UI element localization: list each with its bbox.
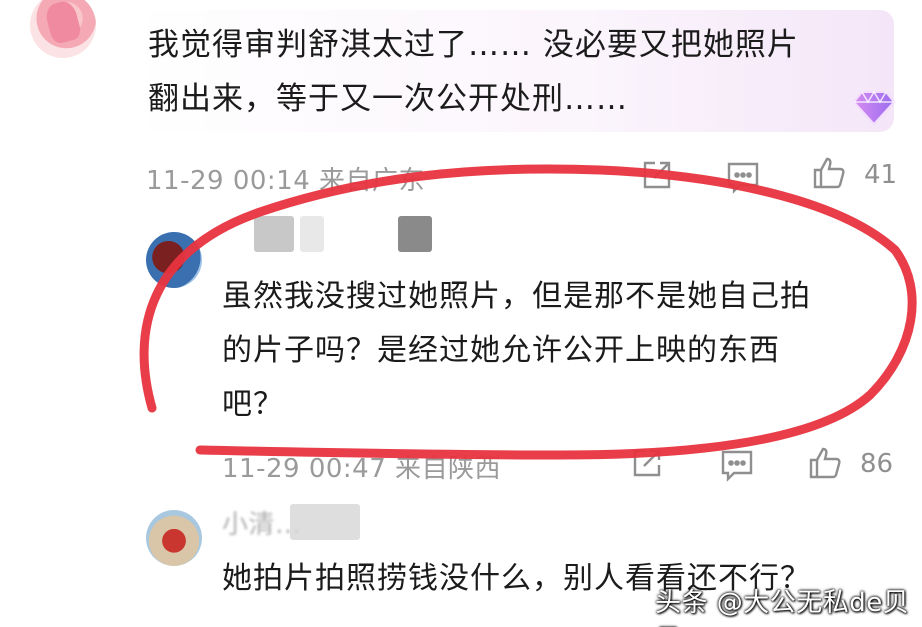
avatar[interactable]: [146, 510, 202, 566]
reply-text: 虽然我没搜过她照片，但是那不是她自己拍 的片子吗？是经过她允许公开上映的东西 吧…: [222, 270, 811, 432]
comment-line: 翻出来，等于又一次公开处刑……: [148, 81, 628, 117]
comment-meta: 11-29 00:14 来自广东: [146, 166, 426, 196]
username-blurred: [290, 504, 360, 540]
username-blurred[interactable]: [254, 216, 294, 252]
watermark: 头条 @大公无私de贝贝: [655, 588, 910, 627]
comment-icon[interactable]: [726, 160, 760, 194]
reply-line: 虽然我没搜过她照片，但是那不是她自己拍: [222, 279, 811, 314]
vip-badge-icon: [852, 90, 896, 126]
avatar[interactable]: [146, 232, 202, 288]
like-count: 86: [860, 449, 894, 479]
avatar[interactable]: [30, 0, 96, 58]
reply-line: 的片子吗？是经过她允许公开上映的东西: [222, 333, 780, 368]
comment-line: 我觉得审判舒淇太过了…… 没必要又把她照片: [148, 27, 799, 63]
reply-line: 吧？: [222, 387, 284, 422]
comment-text: 我觉得审判舒淇太过了…… 没必要又把她照片 翻出来，等于又一次公开处刑……: [148, 18, 868, 126]
share-icon[interactable]: [640, 158, 674, 192]
like-icon[interactable]: [808, 446, 842, 480]
like-icon[interactable]: [812, 156, 846, 190]
username-blurred: [398, 216, 432, 252]
comment-icon[interactable]: [720, 448, 754, 482]
share-icon[interactable]: [630, 446, 664, 480]
reply-meta: 11-29 00:47 来自陕西: [222, 454, 502, 484]
username-blurred: [300, 216, 324, 252]
like-count: 41: [864, 160, 898, 190]
